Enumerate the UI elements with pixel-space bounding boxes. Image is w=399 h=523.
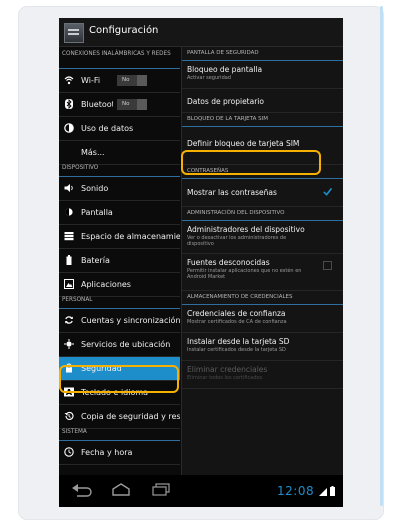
display-icon bbox=[65, 208, 73, 216]
sidebar-item-sound[interactable]: Sonido bbox=[59, 177, 180, 201]
item-title: Credenciales de confianza bbox=[187, 309, 286, 318]
settings-app-icon[interactable] bbox=[64, 23, 84, 43]
section-header-personal: PERSONAL bbox=[59, 297, 180, 309]
sidebar-item-storage[interactable]: Espacio de almacenamiento bbox=[59, 225, 180, 249]
item-title: Instalar desde la tarjeta SD bbox=[187, 337, 290, 346]
sound-icon bbox=[64, 184, 73, 192]
item-summary: Permitir instalar aplicaciones que no es… bbox=[187, 268, 302, 280]
sidebar-item-label: Cuentas y sincronización bbox=[81, 316, 180, 325]
clock-icon bbox=[64, 447, 74, 457]
sidebar-item-label: Fecha y hora bbox=[81, 448, 133, 457]
item-summary: Activar seguridad bbox=[187, 75, 231, 81]
trusted-credentials-item[interactable]: Credenciales de confianza Mostrar certif… bbox=[182, 305, 343, 333]
window-title: Configuración bbox=[89, 25, 159, 36]
battery-icon bbox=[66, 255, 72, 265]
section-header-screen-security: PANTALLA DE SEGURIDAD bbox=[182, 47, 343, 61]
sidebar-item-label: Espacio de almacenamiento bbox=[81, 232, 180, 241]
clear-credentials-item: Eliminar credenciales Eliminar todos los… bbox=[182, 361, 343, 389]
section-header-credential-storage: ALMACENAMIENTO DE CREDENCIALES bbox=[182, 291, 343, 305]
sidebar-item-label: Bluetooth bbox=[81, 100, 113, 109]
item-title: Mostrar las contraseñas bbox=[187, 188, 277, 197]
sidebar-item-label: Pantalla bbox=[81, 208, 113, 217]
sidebar-item-label: Más... bbox=[81, 148, 105, 157]
data-usage-icon bbox=[64, 123, 74, 133]
checkbox-unchecked-icon[interactable] bbox=[323, 261, 332, 270]
section-header-device-admin: ADMINISTRACIÓN DEL DISPOSITIVO bbox=[182, 207, 343, 221]
recent-apps-icon[interactable] bbox=[151, 483, 171, 497]
sidebar-item-label: Sonido bbox=[81, 184, 109, 193]
sidebar-item-backup[interactable]: Copia de seguridad y restablecimiento bbox=[59, 405, 180, 429]
unknown-sources-item[interactable]: Fuentes desconocidas Permitir instalar a… bbox=[182, 254, 343, 291]
sidebar-item-battery[interactable]: Batería bbox=[59, 249, 180, 273]
sidebar-item-accounts-sync[interactable]: Cuentas y sincronización bbox=[59, 309, 180, 333]
sidebar-item-location[interactable]: Servicios de ubicación bbox=[59, 333, 180, 357]
card-accent-stripe bbox=[380, 6, 383, 506]
section-header-wireless: CONEXIONES INALÁMBRICAS Y REDES bbox=[59, 47, 180, 69]
owner-info-item[interactable]: Datos de propietario bbox=[182, 89, 343, 113]
item-summary: Ver o desactivar los administradores de … bbox=[187, 235, 287, 247]
title-bar: Configuración bbox=[59, 18, 343, 47]
bluetooth-toggle[interactable]: No bbox=[117, 99, 147, 110]
sync-icon bbox=[65, 316, 73, 324]
sidebar-item-apps[interactable]: Aplicaciones bbox=[59, 273, 180, 297]
sidebar-item-display[interactable]: Pantalla bbox=[59, 201, 180, 225]
settings-sidebar: CONEXIONES INALÁMBRICAS Y REDES Wi-Fi No… bbox=[59, 47, 180, 475]
system-nav-bar: 12:08 bbox=[59, 475, 343, 507]
item-title: Datos de propietario bbox=[187, 97, 264, 106]
sidebar-item-label: Batería bbox=[81, 256, 110, 265]
screen-lock-item[interactable]: Bloqueo de pantalla Activar seguridad bbox=[182, 61, 343, 89]
sidebar-item-label: Uso de datos bbox=[81, 124, 134, 133]
item-title: Bloqueo de pantalla bbox=[187, 65, 263, 74]
show-passwords-item[interactable]: Mostrar las contraseñas bbox=[182, 179, 343, 207]
backup-icon bbox=[64, 411, 74, 420]
home-icon[interactable] bbox=[111, 483, 131, 497]
sidebar-item-label: Servicios de ubicación bbox=[81, 340, 171, 349]
install-from-sd-item[interactable]: Instalar desde la tarjeta SD Instalar ce… bbox=[182, 333, 343, 361]
item-summary: Eliminar todos los certificados bbox=[187, 375, 263, 381]
wifi-toggle[interactable]: No bbox=[117, 75, 147, 86]
section-header-system: SISTEMA bbox=[59, 429, 180, 441]
bluetooth-icon bbox=[65, 99, 73, 109]
item-summary: Mostrar certificados de CA de confianza bbox=[187, 319, 287, 325]
item-title: Definir bloqueo de tarjeta SIM bbox=[187, 139, 300, 148]
section-header-device: DISPOSITIVO bbox=[59, 165, 180, 177]
back-icon[interactable] bbox=[71, 483, 93, 497]
item-title: Eliminar credenciales bbox=[187, 365, 268, 374]
device-administrators-item[interactable]: Administradores del dispositivo Ver o de… bbox=[182, 221, 343, 254]
sidebar-item-more[interactable]: Más... bbox=[59, 141, 180, 165]
checkbox-checked-icon[interactable] bbox=[323, 187, 332, 196]
item-title: Administradores del dispositivo bbox=[187, 225, 305, 234]
highlight-security bbox=[59, 365, 179, 393]
security-panel: PANTALLA DE SEGURIDAD Bloqueo de pantall… bbox=[181, 47, 343, 475]
apps-icon bbox=[64, 279, 74, 289]
sidebar-item-date-time[interactable]: Fecha y hora bbox=[59, 441, 180, 465]
sidebar-item-wifi[interactable]: Wi-Fi No bbox=[59, 69, 180, 93]
sidebar-item-label: Copia de seguridad y restablecimiento bbox=[81, 412, 180, 421]
signal-battery-icon bbox=[319, 486, 335, 496]
status-clock: 12:08 bbox=[277, 484, 315, 498]
sidebar-item-label: Aplicaciones bbox=[81, 280, 131, 289]
storage-icon bbox=[64, 232, 74, 241]
item-summary: Instalar certificados desde la tarjeta S… bbox=[187, 347, 286, 353]
tablet-screen: Configuración CONEXIONES INALÁMBRICAS Y … bbox=[59, 18, 343, 507]
sidebar-item-data-usage[interactable]: Uso de datos bbox=[59, 117, 180, 141]
item-title: Fuentes desconocidas bbox=[187, 258, 270, 267]
location-icon bbox=[64, 339, 74, 349]
section-header-sim-lock: BLOQUEO DE LA TARJETA SIM bbox=[182, 113, 343, 127]
sidebar-item-bluetooth[interactable]: Bluetooth No bbox=[59, 93, 180, 117]
wifi-icon bbox=[64, 76, 74, 85]
highlight-sim-lock bbox=[181, 150, 321, 175]
sidebar-item-label: Wi-Fi bbox=[81, 76, 101, 85]
